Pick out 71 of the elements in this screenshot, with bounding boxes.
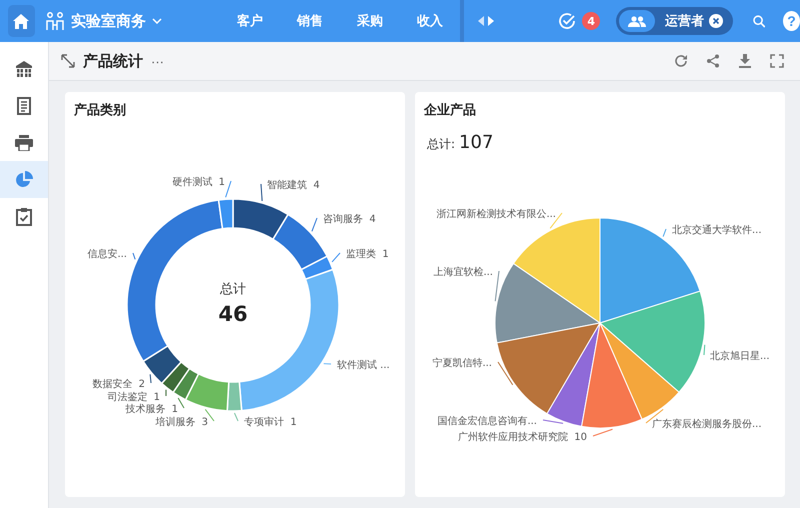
leader-line	[234, 412, 238, 422]
collapse-arrows-icon[interactable]	[61, 54, 75, 68]
people-link-icon	[44, 11, 65, 31]
slice-label: 专项审计 1	[244, 417, 297, 428]
slice-label: 广州软件应用技术研究院 10	[458, 432, 587, 443]
total-value: 107	[459, 132, 494, 153]
app-name: 实验室商务	[70, 12, 146, 30]
slice-label: 广东赛辰检测服务股份...	[652, 419, 762, 430]
user-role-chip[interactable]: 运营者	[616, 7, 732, 35]
clipboard-check-icon	[16, 208, 32, 226]
check-circle-icon[interactable]	[558, 12, 576, 30]
total-label: 总计:	[427, 136, 456, 153]
document-icon	[16, 96, 32, 114]
left-arrow-icon[interactable]	[478, 16, 484, 26]
share-icon[interactable]	[706, 54, 720, 68]
slice-label: 软件测试 ...	[337, 360, 390, 371]
slice-label: 北京旭日星...	[710, 351, 770, 362]
refresh-icon[interactable]	[674, 54, 688, 68]
slice-label: 培训服务 3	[155, 417, 208, 428]
slice-label: 智能建筑 4	[267, 180, 320, 191]
nav-item[interactable]: 采购	[340, 12, 400, 30]
leader-line	[323, 363, 332, 364]
home-icon	[13, 14, 30, 28]
fullscreen-icon[interactable]	[770, 54, 784, 68]
leader-line	[225, 180, 232, 198]
search-icon[interactable]	[752, 14, 766, 28]
slice-label: 技术服务 1	[125, 404, 178, 415]
card-title: 企业产品	[424, 102, 476, 119]
printer-icon	[15, 134, 33, 150]
leader-line	[332, 252, 340, 262]
leader-line	[542, 420, 564, 424]
more-button[interactable]: ···	[151, 54, 164, 68]
slice-label: 浙江网新检测技术有限公...	[436, 209, 556, 220]
nav-item[interactable]: 销售	[280, 12, 340, 30]
slice-label: 上海宜软检...	[433, 267, 493, 278]
leader-line	[498, 362, 514, 386]
slice-label: 北京交通大学软件...	[672, 225, 762, 236]
notification-badge: 4	[582, 12, 600, 30]
slice-label: 宁夏凯信特...	[432, 358, 492, 369]
close-icon[interactable]	[708, 14, 722, 28]
leader-line	[592, 428, 614, 436]
caret-icon[interactable]	[152, 18, 162, 24]
slice-label: 咨询服务 4	[323, 214, 376, 225]
center-value: 46	[218, 302, 248, 326]
leader-line	[494, 270, 500, 302]
slice-label: 数据安全 2	[92, 379, 145, 390]
slice-label: 信息安...	[87, 249, 127, 260]
leader-line	[150, 374, 152, 384]
right-arrow-icon[interactable]	[488, 16, 494, 26]
people-icon	[628, 16, 646, 26]
slice-label: 国信金宏信息咨询有...	[437, 416, 537, 427]
pie-chart-icon	[15, 170, 33, 188]
card-title: 产品类别	[74, 102, 126, 119]
slice-label: 监理类 1	[346, 249, 389, 260]
leader-line	[132, 252, 136, 260]
leader-line	[260, 184, 263, 202]
download-icon[interactable]	[738, 54, 752, 68]
page-title: 产品统计	[83, 52, 143, 70]
leader-line	[550, 212, 562, 229]
nav-item[interactable]: 收入	[400, 12, 460, 30]
home-button[interactable]	[8, 5, 35, 37]
help-button[interactable]: ?	[783, 11, 800, 31]
leader-line	[311, 218, 318, 232]
slice-label: 硬件测试 1	[172, 177, 225, 188]
slice-label: 司法鉴定 1	[107, 392, 160, 403]
leader-line	[662, 228, 666, 238]
center-label: 总计	[220, 282, 246, 297]
leader-line	[178, 398, 184, 408]
leader-line	[704, 344, 706, 356]
nav-item[interactable]: 客户	[220, 12, 280, 30]
building-icon	[15, 60, 33, 78]
